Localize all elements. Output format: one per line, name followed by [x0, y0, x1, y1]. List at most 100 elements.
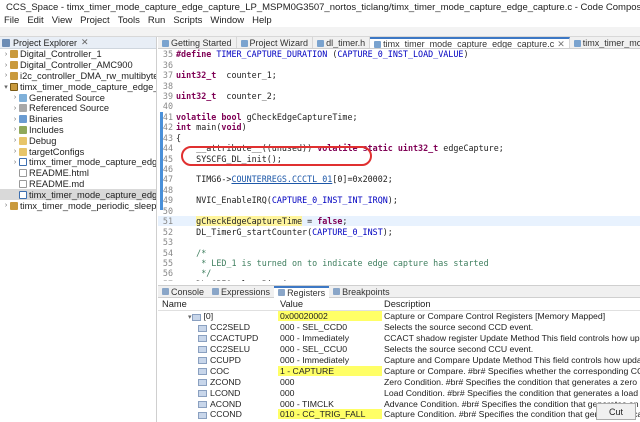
register-icon — [198, 335, 207, 343]
tree-item[interactable]: › Digital_Controller_1 — [0, 49, 156, 60]
code-line[interactable]: 37 uint32_t counter_1; — [158, 70, 640, 80]
close-icon[interactable]: ✕ — [81, 37, 89, 48]
tree-item[interactable]: › Includes — [0, 125, 156, 136]
code-line[interactable]: 42 int main(void) — [158, 122, 640, 132]
twisty-icon[interactable]: › — [11, 116, 19, 123]
code-line[interactable]: 49 NVIC_EnableIRQ(CAPTURE_0_INST_INT_IRQ… — [158, 195, 640, 205]
register-row[interactable]: CC2SELU 000 - SEL_CCU0 Selects the source … — [158, 344, 640, 355]
register-value[interactable]: 0x00020002 — [278, 311, 382, 322]
twisty-icon[interactable]: › — [11, 137, 19, 144]
twisty-icon[interactable]: › — [11, 105, 19, 112]
menu-item[interactable]: View — [48, 15, 76, 26]
twisty-icon[interactable]: › — [11, 159, 19, 166]
code-line[interactable]: 50 — [158, 206, 640, 216]
register-value[interactable]: 000 - SEL_CCU0 — [278, 344, 382, 354]
tree-item[interactable]: › timx_timer_mode_capture_edge_capture.c — [0, 157, 156, 168]
register-row[interactable]: CCACTUPD 000 - Immediately CCACT shadow re… — [158, 333, 640, 344]
cut-button[interactable]: Cut — [596, 403, 636, 420]
menu-item[interactable]: Help — [248, 15, 276, 26]
bottom-tab[interactable]: Registers — [274, 286, 330, 298]
code-line[interactable]: 41 volatile bool gCheckEdgeCaptureTime; — [158, 112, 640, 122]
register-row[interactable]: LCOND 000 Load Condition. #br# Specifies t… — [158, 387, 640, 398]
editor-tab[interactable]: Project Wizard — [237, 37, 314, 48]
twisty-icon[interactable]: › — [11, 94, 19, 101]
tree-item[interactable]: › Binaries — [0, 114, 156, 125]
code-line[interactable]: 57 DL_GPIO_clearPins( — [158, 279, 640, 281]
menu-item[interactable]: Edit — [23, 15, 47, 26]
register-row[interactable]: CCUPD 000 - Immediately Capture and Compar… — [158, 355, 640, 366]
register-icon — [198, 411, 207, 419]
code-line[interactable]: 43{ — [158, 133, 640, 143]
code-line[interactable]: 52 DL_TimerG_startCounter(CAPTURE_0_INST… — [158, 226, 640, 237]
register-value[interactable]: 010 - CC_TRIG_FALL — [278, 409, 382, 420]
twisty-icon[interactable]: ▾ — [2, 83, 10, 91]
col-header-name[interactable]: Name — [158, 299, 278, 309]
register-value[interactable]: 000 - SEL_CCD0 — [278, 322, 382, 332]
code-line[interactable]: 47 TIMG6->COUNTERREGS.CCCTL_01[0]=0x2000… — [158, 174, 640, 184]
code-line[interactable]: 40 — [158, 101, 640, 111]
code-line[interactable]: 51 gCheckEdgeCaptureTime = false; — [158, 216, 640, 227]
col-header-value[interactable]: Value — [278, 299, 382, 309]
register-row[interactable]: CC2SELD 000 - SEL_CCD0 Selects the source … — [158, 322, 640, 333]
menu-item[interactable]: Project — [76, 15, 114, 26]
close-icon[interactable]: ✕ — [557, 39, 565, 49]
tree-item[interactable]: ▾ timx_timer_mode_capture_edge_capture_LP… — [0, 81, 156, 92]
menu-item[interactable]: File — [0, 15, 23, 26]
code-line[interactable]: 39 uint32_t counter_2; — [158, 91, 640, 101]
register-row[interactable]: CCOND 010 - CC_TRIG_FALL Capture Condition… — [158, 409, 640, 420]
twisty-icon[interactable]: › — [2, 72, 10, 79]
code-line[interactable]: 35 #define TIMER_CAPTURE_DURATION (CAPTUR… — [158, 49, 640, 59]
code-text: * LED_1 is turned on to indicate edge ca… — [176, 257, 489, 268]
file-icon — [162, 39, 169, 47]
code-line[interactable]: 53 — [158, 237, 640, 247]
code-line[interactable]: 56 */ — [158, 268, 640, 278]
bottom-tab[interactable]: Expressions — [208, 286, 274, 298]
line-number: 54 — [162, 247, 173, 258]
editor-tab[interactable]: Getting Started — [158, 37, 237, 48]
register-value[interactable]: 1 - CAPTURE — [278, 365, 382, 376]
code-line[interactable]: 38 — [158, 80, 640, 91]
tree-item[interactable]: › Referenced Source — [0, 103, 156, 114]
bottom-tab[interactable]: Breakpoints — [329, 286, 394, 298]
code-line[interactable]: 55 * LED_1 is turned on to indicate edge… — [158, 258, 640, 268]
editor-tab[interactable]: timx_timer_mode_capture_edge_capture.sys… — [570, 37, 640, 48]
tree-item[interactable]: › Debug — [0, 135, 156, 146]
register-value[interactable]: 000 — [278, 377, 382, 387]
register-row[interactable]: ZCOND 000 Zero Condition. #br# Specifies t… — [158, 376, 640, 387]
code-line[interactable]: 36 — [158, 59, 640, 70]
register-value[interactable]: 000 - Immediately — [278, 355, 382, 365]
menu-item[interactable]: Tools — [114, 15, 144, 26]
tree-item[interactable]: README.md — [0, 179, 156, 190]
tree-item-label: Debug — [29, 135, 57, 146]
code-line[interactable]: 48 — [158, 185, 640, 195]
twisty-icon[interactable]: › — [11, 148, 19, 155]
menu-item[interactable]: Run — [144, 15, 169, 26]
tree-item[interactable]: README.html — [0, 168, 156, 179]
col-header-description[interactable]: Description — [382, 299, 640, 309]
register-row[interactable]: ▾ [0] 0x00020002 Capture or Compare Control… — [158, 311, 640, 322]
register-value[interactable]: 000 - Immediately — [278, 333, 382, 343]
tree-item[interactable]: › i2c_controller_DMA_rw_multibyte_fifo_in… — [0, 71, 156, 82]
code-line[interactable]: 54 /* — [158, 247, 640, 258]
menu-item[interactable]: Window — [206, 15, 248, 26]
code-text: gCheckEdgeCaptureTime = false; — [196, 216, 348, 227]
change-gutter-marker — [160, 112, 163, 210]
twisty-icon[interactable]: › — [2, 62, 10, 69]
register-value[interactable]: 000 - TIMCLK — [278, 399, 382, 409]
register-value[interactable]: 000 — [278, 388, 382, 398]
tree-item[interactable]: › Digital_Controller_AMC900 — [0, 60, 156, 71]
tree-item[interactable]: timx_timer_mode_capture_edge_capture.sys… — [0, 189, 156, 201]
editor-tab[interactable]: dl_timer.h — [313, 37, 371, 48]
tree-item[interactable]: › timx_timer_mode_periodic_sleep_LP_MSPM0… — [0, 200, 156, 211]
tree-item[interactable]: › targetConfigs — [0, 146, 156, 157]
register-row[interactable]: ACOND 000 - TIMCLK Advance Condition. #br#… — [158, 398, 640, 409]
twisty-icon[interactable]: › — [2, 202, 10, 209]
editor-tab-label: timx_timer_mode_capture_edge_capture.c — [383, 39, 555, 49]
tree-item[interactable]: › Generated Source — [0, 92, 156, 103]
menu-item[interactable]: Scripts — [169, 15, 206, 26]
editor-tab[interactable]: timx_timer_mode_capture_edge_capture.c ✕ — [370, 37, 570, 49]
twisty-icon[interactable]: › — [2, 51, 10, 58]
register-row[interactable]: COC 1 - CAPTURE Capture or Compare. #br# S… — [158, 365, 640, 376]
bottom-tab[interactable]: Console — [158, 286, 208, 298]
twisty-icon[interactable]: › — [11, 126, 19, 133]
